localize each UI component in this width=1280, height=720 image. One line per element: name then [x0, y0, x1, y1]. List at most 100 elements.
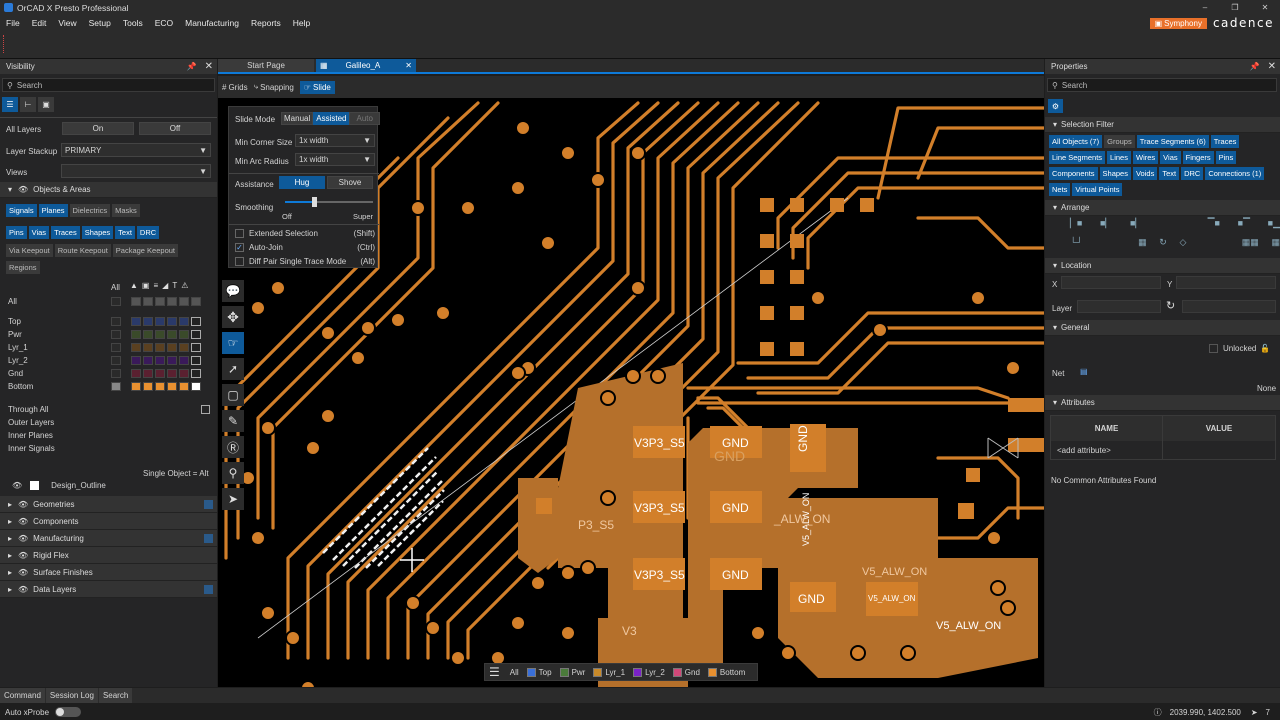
diff-pair-checkbox[interactable]	[235, 257, 244, 266]
layer-swatch[interactable]	[167, 343, 177, 352]
move-tool-icon[interactable]: ✥	[222, 306, 244, 328]
slide-tool-icon[interactable]: ☞	[222, 332, 244, 354]
design-outline-swatch[interactable]	[30, 481, 40, 490]
layer-swatch[interactable]	[131, 369, 141, 378]
chip-planes[interactable]: Planes	[38, 204, 68, 217]
comment-tool-icon[interactable]: 💬	[222, 280, 244, 302]
layer-swatch[interactable]	[167, 317, 177, 326]
minimize-button[interactable]: –	[1190, 3, 1220, 12]
extended-selection-row[interactable]: Extended Selection (Shift)	[235, 227, 375, 240]
align-center-icon[interactable]: ■▏	[1100, 218, 1112, 229]
menu-eco[interactable]: ECO	[149, 18, 179, 28]
close-panel-button[interactable]: ✕	[205, 61, 213, 72]
layer-swatch[interactable]	[155, 356, 165, 365]
slide-mode-manual[interactable]: Manual	[281, 112, 314, 125]
layer-swatch[interactable]	[167, 369, 177, 378]
layerbar-lyr_1[interactable]: Lyr_1	[593, 667, 625, 677]
outer-layers-row[interactable]: Outer Layers	[8, 416, 210, 429]
shape-tool-icon[interactable]: ▢	[222, 384, 244, 406]
layerbar-top[interactable]: Top	[526, 667, 552, 677]
layer-swatch[interactable]	[131, 356, 141, 365]
add-attribute[interactable]: <add attribute>	[1051, 441, 1164, 459]
close-window-button[interactable]: ✕	[1250, 3, 1280, 12]
filter-chip-text[interactable]: Text	[1159, 167, 1180, 180]
location-section[interactable]: ▾ Location	[1045, 258, 1280, 274]
filter-chip-virtual-points[interactable]: Virtual Points	[1072, 183, 1123, 196]
rotate-icon[interactable]: ↻	[1159, 237, 1167, 248]
chip-via-keepout[interactable]: Via Keepout	[6, 244, 53, 257]
layer-swatch[interactable]	[191, 369, 201, 378]
align-right-icon[interactable]: ■▏	[1130, 218, 1142, 229]
layer-swatch[interactable]	[155, 369, 165, 378]
layer-swatch[interactable]	[131, 317, 141, 326]
properties-search[interactable]: ⚲ Search	[1047, 78, 1277, 92]
section-manufacturing[interactable]: ▸ 👁 Manufacturing	[0, 530, 217, 547]
tab-galileo[interactable]: ▦ Galileo_A ✕	[316, 59, 416, 72]
chip-masks[interactable]: Masks	[112, 204, 140, 217]
layer-swatch[interactable]	[131, 343, 141, 352]
layer-swatch[interactable]	[179, 317, 189, 326]
arrange-section[interactable]: ▾ Arrange	[1045, 200, 1280, 216]
chip-vias[interactable]: Vias	[28, 226, 50, 239]
layerbar-all[interactable]: All	[510, 668, 519, 677]
pcb-canvas[interactable]: V3P3_S5 V3P3_S5 V3P3_S5 P3_S5 GND GND GN…	[218, 98, 1044, 687]
net-icon[interactable]: ▤	[1080, 367, 1088, 376]
layer-swatch[interactable]	[131, 297, 141, 306]
mirror-icon[interactable]: ◇	[1180, 237, 1187, 248]
filter-chip-voids[interactable]: Voids	[1132, 167, 1158, 180]
distribute-icon[interactable]: ▦	[1138, 237, 1147, 248]
menu-file[interactable]: File	[0, 18, 26, 28]
filter-chip-nets[interactable]: Nets	[1049, 183, 1071, 196]
inner-planes-row[interactable]: Inner Planes	[8, 429, 210, 442]
section-checkbox[interactable]	[204, 584, 213, 594]
slide-button[interactable]: ☞ Slide	[299, 80, 335, 94]
layer-swatch[interactable]	[179, 297, 189, 306]
chip-drc[interactable]: DRC	[136, 226, 160, 239]
filter-chip-pins[interactable]: Pins	[1215, 151, 1237, 164]
filter-chip-shapes[interactable]: Shapes	[1099, 167, 1131, 180]
eye-icon[interactable]: 👁	[18, 551, 28, 560]
eye-icon[interactable]: 👁	[18, 568, 28, 577]
layer-swatch[interactable]	[191, 356, 201, 365]
chip-route-keepout[interactable]: Route Keepout	[54, 244, 111, 257]
chip-dielectrics[interactable]: Dielectrics	[69, 204, 111, 217]
pin-icon[interactable]: 📌	[1250, 62, 1260, 71]
draw-tool-icon[interactable]: ✎	[222, 410, 244, 432]
layer-swatch[interactable]	[167, 382, 177, 391]
layer-swatch[interactable]	[191, 297, 201, 306]
grids-button[interactable]: # Grids	[222, 83, 248, 92]
route-tool-icon[interactable]: ➚	[222, 358, 244, 380]
filter-chip-line-segments[interactable]: Line Segments	[1049, 151, 1106, 164]
layer-swatch[interactable]	[167, 330, 177, 339]
eye-icon[interactable]: 👁	[18, 500, 28, 509]
layer-swatch[interactable]	[143, 356, 153, 365]
align-top-icon[interactable]: ▔■	[1208, 218, 1220, 229]
layerbar-bottom[interactable]: Bottom	[707, 667, 745, 677]
filter-chip-vias[interactable]: Vias	[1160, 151, 1181, 164]
align-bottom-icon[interactable]: ■▁	[1268, 218, 1280, 229]
zoom-tool-icon[interactable]: ⚲	[222, 462, 244, 484]
assistance-hug[interactable]: Hug	[279, 176, 325, 189]
tab-session-log[interactable]: Session Log	[45, 688, 98, 703]
layer-swatch[interactable]	[143, 317, 153, 326]
slide-mode-auto[interactable]: Auto	[349, 112, 380, 125]
menu-reports[interactable]: Reports	[245, 18, 287, 28]
inner-signals-row[interactable]: Inner Signals	[8, 442, 210, 455]
close-tab-icon[interactable]: ✕	[405, 61, 412, 70]
auto-join-row[interactable]: ✓ Auto-Join (Ctrl)	[235, 241, 375, 254]
chip-signals[interactable]: Signals	[6, 204, 37, 217]
pin-icon[interactable]: 📌	[187, 62, 197, 71]
align-middle-icon[interactable]: ■▔	[1238, 218, 1250, 229]
assistance-shove[interactable]: Shove	[327, 176, 373, 189]
lock-checkbox[interactable]	[1209, 344, 1218, 353]
filter-settings-icon[interactable]: ⚙	[1048, 99, 1063, 113]
snapping-button[interactable]: ⤷ Snapping	[254, 82, 294, 92]
menu-view[interactable]: View	[52, 18, 82, 28]
x-input[interactable]	[1061, 276, 1161, 289]
extended-selection-checkbox[interactable]	[235, 229, 244, 238]
layer-select[interactable]	[1077, 300, 1161, 313]
layer-all-toggle[interactable]	[111, 369, 121, 378]
filter-chip-components[interactable]: Components	[1049, 167, 1098, 180]
layer-swatch[interactable]	[191, 343, 201, 352]
tab-command[interactable]: Command	[0, 688, 45, 703]
